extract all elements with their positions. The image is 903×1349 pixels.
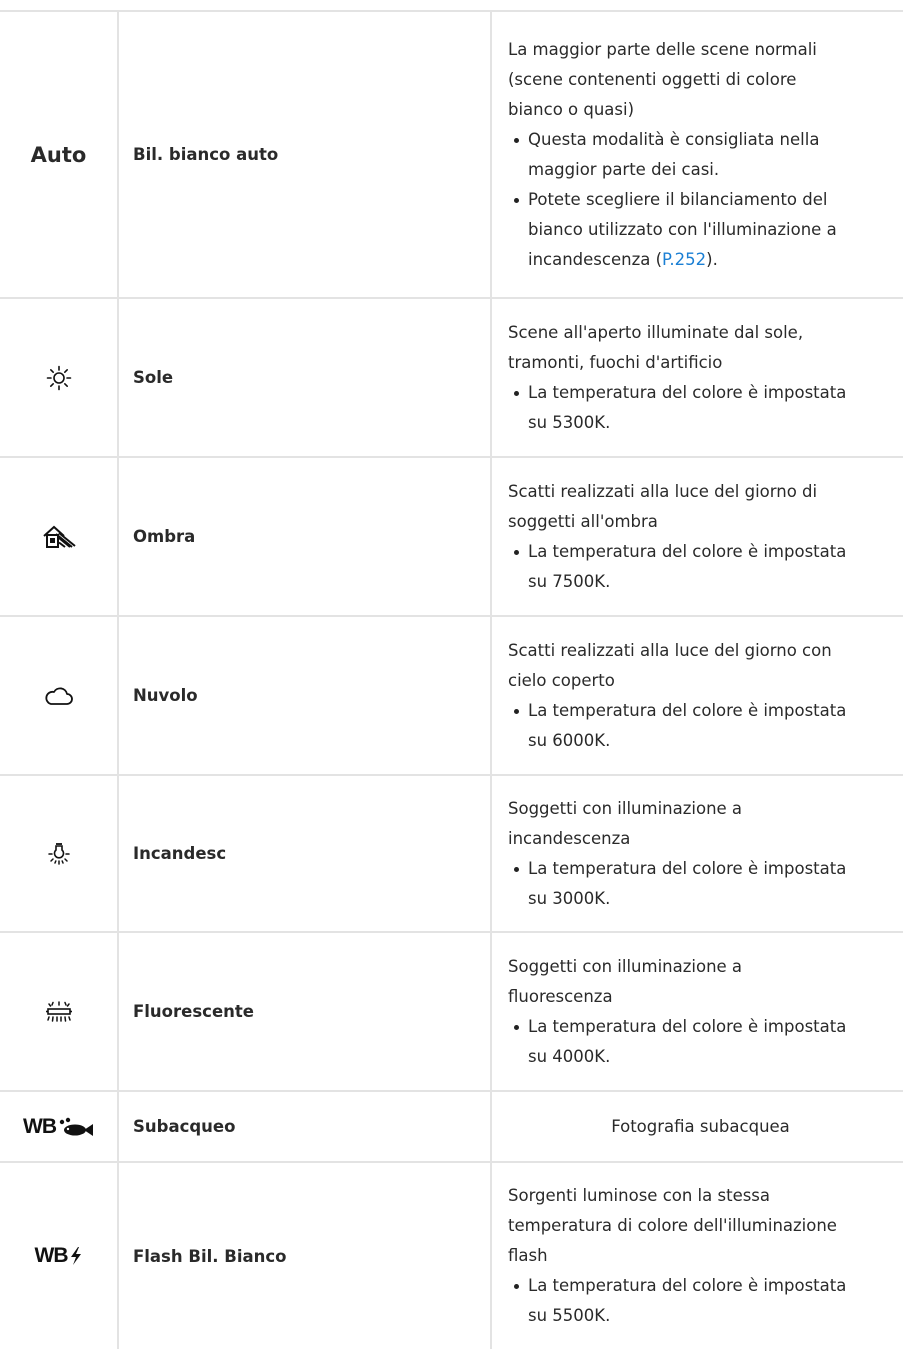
- bullet-line: La temperatura del colore è impostata: [528, 382, 847, 402]
- auto-icon: Auto: [30, 142, 87, 167]
- bullet-text: ).: [706, 249, 718, 269]
- fluorescent-lamp-icon: [45, 1000, 72, 1022]
- table-row-ombra: Ombra Scatti realizzati alla luce del gi…: [0, 456, 903, 615]
- description-line: soggetti all'ombra: [508, 511, 658, 531]
- icon-cell: WB: [0, 1163, 119, 1349]
- description-line: Scatti realizzati alla luce del giorno c…: [508, 640, 832, 660]
- bullet-line: bianco utilizzato con l'illuminazione a: [528, 219, 837, 239]
- description-line: cielo coperto: [508, 670, 615, 690]
- bullet-line: maggior parte dei casi.: [528, 159, 720, 179]
- bullet-list: La temperatura del colore è impostata su…: [508, 1012, 893, 1072]
- description-line: (scene contenenti oggetti di colore: [508, 69, 797, 89]
- bullet-list: La temperatura del colore è impostata su…: [508, 696, 893, 756]
- table-row-fluorescente: Fluorescente Soggetti con illuminazione …: [0, 931, 903, 1090]
- page-reference-link[interactable]: P.252: [662, 250, 706, 269]
- table-row-auto: Auto Bil. bianco auto La maggior parte d…: [0, 10, 903, 297]
- bullet-item: La temperatura del colore è impostata su…: [514, 696, 893, 756]
- flash-bolt-icon: [70, 1247, 81, 1265]
- mode-description: Scatti realizzati alla luce del giorno c…: [492, 617, 903, 774]
- bullet-line: La temperatura del colore è impostata: [528, 700, 847, 720]
- mode-description: Scene all'aperto illuminate dal sole, tr…: [492, 299, 903, 456]
- description-line: flash: [508, 1246, 548, 1265]
- description-line: tramonti, fuochi d'artificio: [508, 352, 723, 372]
- mode-description: La maggior parte delle scene normali (sc…: [492, 12, 903, 297]
- mode-name: Sole: [119, 299, 492, 456]
- wb-underwater-icon: WB: [23, 1115, 94, 1139]
- description-line: fluorescenza: [508, 986, 613, 1006]
- bullet-item: La temperatura del colore è impostata su…: [514, 537, 893, 597]
- description-line: Scatti realizzati alla luce del giorno d…: [508, 481, 818, 501]
- description-line: Sorgenti luminose con la stessa: [508, 1186, 771, 1205]
- bullet-line: La temperatura del colore è impostata: [528, 1016, 847, 1036]
- mode-name: Nuvolo: [119, 617, 492, 774]
- fish-icon: [59, 1117, 93, 1136]
- sun-icon: [46, 365, 71, 390]
- incandescent-bulb-icon: [47, 842, 70, 865]
- icon-cell: [0, 933, 119, 1090]
- bullet-item: La temperatura del colore è impostata su…: [514, 1012, 893, 1072]
- bullet-line: su 5300K.: [528, 412, 611, 432]
- description-line: Soggetti con illuminazione a: [508, 956, 743, 976]
- mode-description: Soggetti con illuminazione a incandescen…: [492, 776, 903, 931]
- description-line: bianco o quasi): [508, 99, 635, 119]
- mode-name: Flash Bil. Bianco: [119, 1163, 492, 1349]
- description-line: incandescenza: [508, 828, 631, 848]
- table-row-nuvolo: Nuvolo Scatti realizzati alla luce del g…: [0, 615, 903, 774]
- mode-description: Soggetti con illuminazione a fluorescenz…: [492, 933, 903, 1090]
- wb-flash-icon: WB: [35, 1244, 83, 1268]
- bullet-line: su 5500K.: [528, 1306, 611, 1325]
- table-row-incandesc: Incandesc Soggetti con illuminazione a i…: [0, 774, 903, 931]
- description-line: temperatura di colore dell'illuminazione: [508, 1216, 837, 1235]
- bullet-item: La temperatura del colore è impostata su…: [514, 1271, 893, 1331]
- table-row-sole: Sole Scene all'aperto illuminate dal sol…: [0, 297, 903, 456]
- icon-cell: [0, 458, 119, 615]
- white-balance-table: Auto Bil. bianco auto La maggior parte d…: [0, 10, 903, 1349]
- icon-cell: Auto: [0, 12, 119, 297]
- mode-name: Subacqueo: [119, 1092, 492, 1161]
- description-line: Scene all'aperto illuminate dal sole,: [508, 322, 804, 342]
- bullet-list: La temperatura del colore è impostata su…: [508, 854, 893, 914]
- bullet-item: Potete scegliere il bilanciamento del bi…: [514, 185, 893, 275]
- bullet-line: La temperatura del colore è impostata: [528, 541, 847, 561]
- mode-name: Incandesc: [119, 776, 492, 931]
- description-line: Soggetti con illuminazione a: [508, 798, 743, 818]
- mode-description: Scatti realizzati alla luce del giorno d…: [492, 458, 903, 615]
- bullet-item: Questa modalità è consigliata nella magg…: [514, 125, 893, 185]
- mode-description: Sorgenti luminose con la stessa temperat…: [492, 1163, 903, 1349]
- description-line: Fotografia subacquea: [611, 1116, 790, 1136]
- icon-cell: [0, 299, 119, 456]
- bullet-item: La temperatura del colore è impostata su…: [514, 378, 893, 438]
- bullet-line: su 6000K.: [528, 730, 611, 750]
- icon-cell: WB: [0, 1092, 119, 1161]
- cloud-icon: [44, 687, 73, 705]
- wb-label: WB: [34, 1244, 69, 1267]
- bullet-line: incandescenza (P.252).: [528, 245, 893, 275]
- mode-name: Bil. bianco auto: [119, 12, 492, 297]
- bullet-item: La temperatura del colore è impostata su…: [514, 854, 893, 914]
- bullet-line: La temperatura del colore è impostata: [528, 858, 847, 878]
- bullet-line: La temperatura del colore è impostata: [528, 1276, 847, 1295]
- table-row-flash: WB Flash Bil. Bianco Sorgenti luminose c…: [0, 1161, 903, 1349]
- bullet-list: La temperatura del colore è impostata su…: [508, 1271, 893, 1331]
- bullet-line: su 7500K.: [528, 571, 611, 591]
- bullet-line: Potete scegliere il bilanciamento del: [528, 189, 828, 209]
- mode-name: Ombra: [119, 458, 492, 615]
- wb-label: WB: [23, 1114, 57, 1138]
- description-line: La maggior parte delle scene normali: [508, 39, 817, 59]
- bullet-list: La temperatura del colore è impostata su…: [508, 378, 893, 438]
- bullet-line: su 3000K.: [528, 888, 611, 908]
- table-row-subacqueo: WB Subacqueo Fotografia subacquea: [0, 1090, 903, 1161]
- mode-description: Fotografia subacquea: [492, 1092, 903, 1161]
- mode-name: Fluorescente: [119, 933, 492, 1090]
- icon-cell: [0, 617, 119, 774]
- bullet-line: su 4000K.: [528, 1046, 611, 1066]
- shade-icon: [42, 525, 76, 548]
- bullet-list: La temperatura del colore è impostata su…: [508, 537, 893, 597]
- bullet-list: Questa modalità è consigliata nella magg…: [508, 125, 893, 275]
- icon-cell: [0, 776, 119, 931]
- bullet-line: Questa modalità è consigliata nella: [528, 129, 820, 149]
- bullet-text: incandescenza (: [528, 249, 663, 269]
